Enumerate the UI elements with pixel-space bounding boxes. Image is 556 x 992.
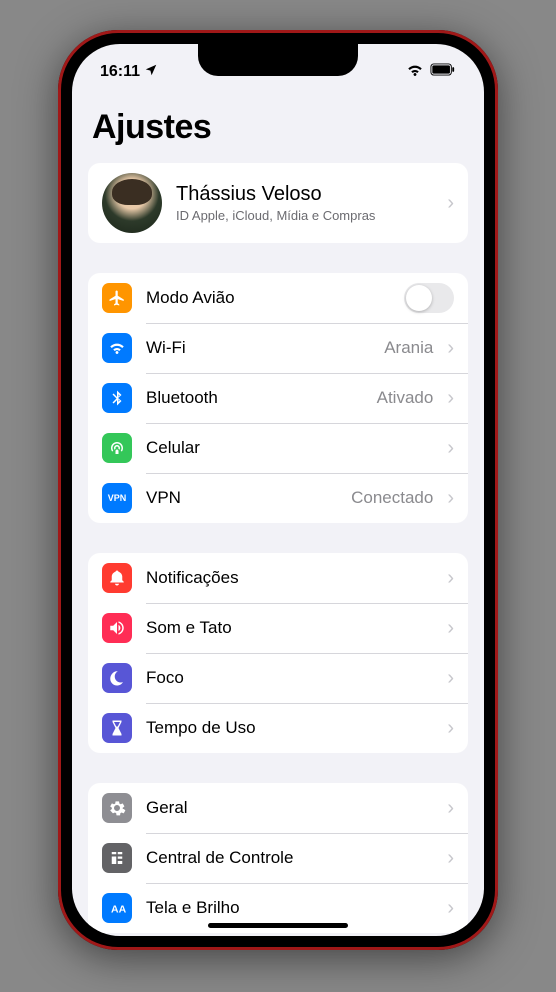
- screentime-icon: [102, 713, 132, 743]
- row-label: Central de Controle: [146, 848, 433, 868]
- chevron-right-icon: ›: [447, 437, 454, 460]
- chevron-right-icon: ›: [447, 387, 454, 410]
- focus-icon: [102, 663, 132, 693]
- row-value: Arania: [384, 338, 433, 358]
- profile-name: Thássius Veloso: [176, 183, 433, 206]
- settings-content[interactable]: Ajustes Thássius Veloso ID Apple, iCloud…: [72, 88, 484, 936]
- settings-row-sounds[interactable]: Som e Tato ›: [88, 603, 468, 653]
- status-time: 16:11: [100, 63, 140, 81]
- settings-row-cellular[interactable]: Celular ›: [88, 423, 468, 473]
- general-icon: [102, 793, 132, 823]
- airplane-toggle[interactable]: [404, 283, 454, 313]
- row-label: Wi-Fi: [146, 338, 370, 358]
- avatar: [102, 173, 162, 233]
- row-label: Notificações: [146, 568, 433, 588]
- battery-status-icon: [430, 63, 456, 81]
- sounds-icon: [102, 613, 132, 643]
- row-label: Celular: [146, 438, 433, 458]
- notch: [198, 44, 358, 76]
- settings-row-airplane[interactable]: Modo Avião: [88, 273, 468, 323]
- row-value: Conectado: [351, 488, 433, 508]
- row-label: Foco: [146, 668, 433, 688]
- chevron-right-icon: ›: [447, 567, 454, 590]
- chevron-right-icon: ›: [447, 717, 454, 740]
- settings-group: Geral › Central de Controle › AA Tela e Brilh…: [88, 783, 468, 933]
- settings-row-vpn[interactable]: VPN VPN Conectado ›: [88, 473, 468, 523]
- chevron-right-icon: ›: [447, 797, 454, 820]
- phone-frame: 16:11 Ajustes Thássius V: [58, 30, 498, 950]
- chevron-right-icon: ›: [447, 192, 454, 215]
- row-label: Geral: [146, 798, 433, 818]
- controlcenter-icon: [102, 843, 132, 873]
- settings-row-controlcenter[interactable]: Central de Controle ›: [88, 833, 468, 883]
- row-label: Modo Avião: [146, 288, 390, 308]
- row-label: VPN: [146, 488, 337, 508]
- row-label: Tela e Brilho: [146, 898, 433, 918]
- settings-row-notifications[interactable]: Notificações ›: [88, 553, 468, 603]
- row-label: Bluetooth: [146, 388, 363, 408]
- chevron-right-icon: ›: [447, 617, 454, 640]
- settings-group: Modo AviãoWi-FiArania›BluetoothAtivado›C…: [88, 273, 468, 523]
- settings-row-bluetooth[interactable]: Bluetooth Ativado ›: [88, 373, 468, 423]
- profile-subtitle: ID Apple, iCloud, Mídia e Compras: [176, 208, 433, 223]
- chevron-right-icon: ›: [447, 337, 454, 360]
- airplane-icon: [102, 283, 132, 313]
- display-icon: AA: [102, 893, 132, 923]
- profile-group: Thássius Veloso ID Apple, iCloud, Mídia …: [88, 163, 468, 243]
- wifi-icon: [102, 333, 132, 363]
- home-indicator[interactable]: [208, 923, 348, 928]
- row-label: Som e Tato: [146, 618, 433, 638]
- chevron-right-icon: ›: [447, 667, 454, 690]
- settings-row-screentime[interactable]: Tempo de Uso ›: [88, 703, 468, 753]
- screen: 16:11 Ajustes Thássius V: [72, 44, 484, 936]
- row-label: Tempo de Uso: [146, 718, 433, 738]
- row-value: Ativado: [377, 388, 434, 408]
- profile-row[interactable]: Thássius Veloso ID Apple, iCloud, Mídia …: [88, 163, 468, 243]
- settings-row-general[interactable]: Geral ›: [88, 783, 468, 833]
- settings-group: Notificações›Som e Tato›Foco›Tempo de Us…: [88, 553, 468, 753]
- settings-row-wifi[interactable]: Wi-Fi Arania ›: [88, 323, 468, 373]
- page-title: Ajustes: [92, 108, 464, 147]
- cellular-icon: [102, 433, 132, 463]
- chevron-right-icon: ›: [447, 847, 454, 870]
- settings-row-focus[interactable]: Foco ›: [88, 653, 468, 703]
- chevron-right-icon: ›: [447, 487, 454, 510]
- location-icon: [144, 63, 158, 82]
- bluetooth-icon: [102, 383, 132, 413]
- vpn-icon: VPN: [102, 483, 132, 513]
- notifications-icon: [102, 563, 132, 593]
- chevron-right-icon: ›: [447, 897, 454, 920]
- svg-text:AA: AA: [111, 904, 126, 916]
- wifi-status-icon: [406, 61, 424, 84]
